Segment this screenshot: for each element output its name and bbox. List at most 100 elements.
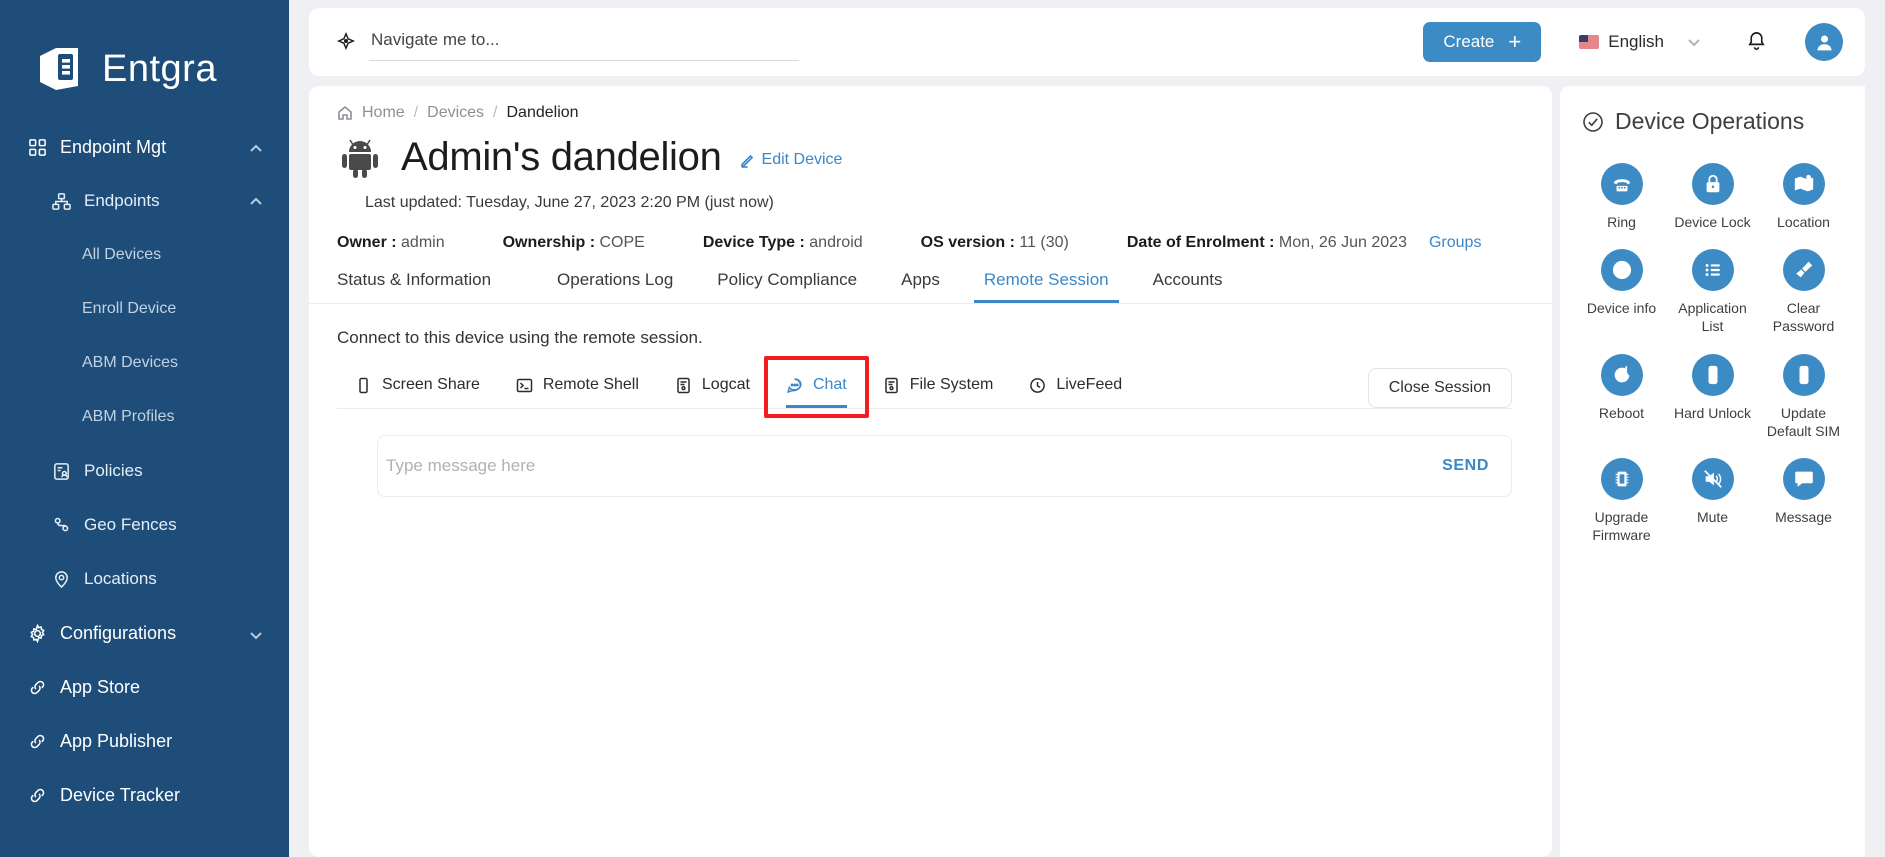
sidebar-item-endpoint-mgt[interactable]: Endpoint Mgt — [0, 120, 289, 174]
operation-device-lock[interactable]: Device Lock — [1667, 157, 1758, 237]
operation-update-default-sim[interactable]: Update Default SIM — [1758, 348, 1849, 446]
location-pin-icon — [50, 568, 72, 590]
sidebar-item-label: Device Tracker — [60, 784, 181, 805]
sidebar-item-app-store[interactable]: App Store — [0, 660, 289, 714]
sidebar-item-app-publisher[interactable]: App Publisher — [0, 714, 289, 768]
meta-value: Mon, 26 Jun 2023 — [1278, 234, 1407, 251]
chevron-down-icon[interactable] — [249, 626, 263, 640]
sidebar-item-locations[interactable]: Locations — [0, 552, 289, 606]
bell-icon[interactable] — [1745, 30, 1769, 54]
breadcrumb-current: Dandelion — [506, 104, 579, 121]
brand-name: Entgra — [102, 47, 217, 90]
operation-upgrade-firmware[interactable]: Upgrade Firmware — [1576, 452, 1667, 550]
tab-label: Apps — [901, 270, 940, 289]
sidebar-item-configurations[interactable]: Configurations — [0, 606, 289, 660]
language-label: English — [1608, 32, 1664, 51]
operation-label: Hard Unlock — [1673, 404, 1752, 421]
page-title: Admin's dandelion — [401, 134, 722, 179]
operation-label: Upgrade Firmware — [1592, 508, 1651, 544]
subtab-label: LiveFeed — [1056, 376, 1123, 393]
chat-message-input[interactable] — [386, 456, 1443, 476]
meta-device-type: Device Type : android — [703, 234, 863, 252]
chevron-up-icon[interactable] — [249, 140, 263, 154]
subtab-file-system[interactable]: File System — [865, 368, 1012, 408]
sidebar: Entgra Endpoint Mgt Endpoints All Device… — [0, 0, 289, 857]
tab-label: Accounts — [1152, 270, 1223, 289]
brand-logo[interactable]: Entgra — [0, 0, 289, 110]
refresh-icon — [1600, 353, 1643, 396]
sidebar-item-label: All Devices — [82, 246, 162, 263]
meta-owner: Owner : admin — [337, 234, 445, 252]
broom-icon — [1782, 249, 1825, 292]
meta-label: OS version : — [920, 234, 1015, 251]
subtab-screen-share[interactable]: Screen Share — [337, 368, 498, 408]
sidebar-item-label: Enroll Device — [82, 300, 177, 317]
plus-icon: + — [1508, 29, 1522, 54]
tab-label: Operations Log — [557, 270, 674, 289]
sidebar-item-label: App Publisher — [60, 730, 173, 751]
search-input[interactable] — [369, 23, 799, 61]
policy-icon — [50, 460, 72, 482]
subtab-label: Screen Share — [382, 376, 480, 393]
user-avatar-icon[interactable] — [1805, 23, 1843, 61]
operation-device-info[interactable]: Device info — [1576, 243, 1667, 341]
subtab-logcat[interactable]: Logcat — [657, 368, 768, 408]
sidebar-item-abm-profiles[interactable]: ABM Profiles — [0, 390, 289, 444]
subtab-remote-shell[interactable]: Remote Shell — [498, 368, 657, 408]
tab-operations-log[interactable]: Operations Log — [535, 270, 695, 303]
operation-clear-password[interactable]: Clear Password — [1758, 243, 1849, 341]
navigate-pin-icon — [336, 31, 357, 52]
sidebar-item-enroll-device[interactable]: Enroll Device — [0, 282, 289, 336]
language-selector[interactable]: English — [1579, 32, 1703, 52]
groups-link[interactable]: Groups — [1429, 234, 1481, 252]
remote-session-panel: Connect to this device using the remote … — [309, 304, 1552, 857]
chevron-up-icon[interactable] — [249, 194, 263, 208]
sidebar-item-label: Geo Fences — [84, 515, 177, 534]
operation-application-list[interactable]: Application List — [1667, 243, 1758, 341]
mute-icon — [1691, 457, 1734, 500]
operation-ring[interactable]: Ring — [1576, 157, 1667, 237]
subtab-label: Remote Shell — [542, 376, 639, 393]
breadcrumb-home[interactable]: Home — [362, 104, 405, 122]
tab-status-information[interactable]: Status & Information — [337, 270, 513, 303]
grid-icon — [26, 136, 48, 158]
operation-location[interactable]: Location — [1758, 157, 1849, 237]
operation-hard-unlock[interactable]: Hard Unlock — [1667, 348, 1758, 446]
chat-input-bar[interactable]: SEND — [377, 435, 1512, 497]
sidebar-item-abm-devices[interactable]: ABM Devices — [0, 336, 289, 390]
subtab-label: Chat — [812, 376, 847, 393]
create-button[interactable]: Create + — [1423, 22, 1542, 62]
close-session-button[interactable]: Close Session — [1367, 368, 1512, 408]
subtab-chat[interactable]: Chat — [768, 368, 865, 408]
operation-label: Reboot — [1598, 404, 1645, 421]
check-circle-icon — [1582, 111, 1604, 133]
sidebar-item-all-devices[interactable]: All Devices — [0, 228, 289, 282]
global-search[interactable] — [336, 23, 837, 61]
breadcrumb-devices[interactable]: Devices — [427, 104, 484, 122]
sidebar-item-device-tracker[interactable]: Device Tracker — [0, 768, 289, 822]
tab-accounts[interactable]: Accounts — [1131, 270, 1245, 303]
edit-device-link[interactable]: Edit Device — [740, 151, 842, 169]
chevron-down-icon[interactable] — [1685, 33, 1703, 51]
tab-apps[interactable]: Apps — [879, 270, 962, 303]
tab-label: Status & Information — [337, 270, 492, 289]
close-session-wrap: Close Session — [1367, 368, 1552, 408]
us-flag-icon — [1579, 35, 1600, 49]
sidebar-item-policies[interactable]: Policies — [0, 444, 289, 498]
main-column: Home / Devices / Dandelion Admin's dande… — [309, 76, 1552, 857]
device-operations-title: Device Operations — [1560, 108, 1865, 135]
operation-reboot[interactable]: Reboot — [1576, 348, 1667, 446]
sidebar-item-label: Policies — [84, 461, 143, 480]
sidebar-item-endpoints[interactable]: Endpoints — [0, 174, 289, 228]
tab-remote-session[interactable]: Remote Session — [962, 270, 1131, 303]
operation-mute[interactable]: Mute — [1667, 452, 1758, 550]
list-icon — [1691, 249, 1734, 292]
tab-policy-compliance[interactable]: Policy Compliance — [695, 270, 879, 303]
phone-ring-icon — [1600, 163, 1643, 205]
sidebar-item-geo-fences[interactable]: Geo Fences — [0, 498, 289, 552]
meta-label: Date of Enrolment : — [1126, 234, 1275, 251]
send-button[interactable]: SEND — [1442, 457, 1489, 475]
operation-message[interactable]: Message — [1758, 452, 1849, 550]
create-button-label: Create — [1443, 32, 1495, 51]
subtab-livefeed[interactable]: LiveFeed — [1011, 368, 1140, 408]
